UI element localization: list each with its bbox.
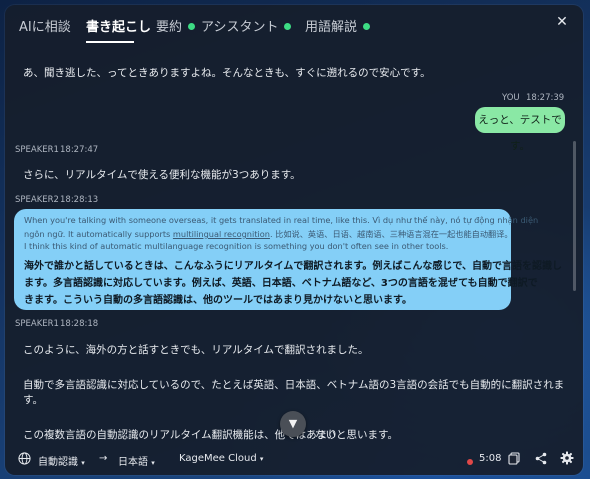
transcript-area: あ、聞き逃した、ってときありますよね。そんなときも、すぐに遡れるので安心です。 …: [5, 49, 583, 441]
timestamp: 18:27:39: [526, 93, 565, 103]
translation-line: ます。多言語認識に対応しています。例えば、英語、日本語、ベトナム語など、3つの言…: [24, 278, 538, 289]
tab-label: AIに相談: [19, 20, 71, 35]
transcript-line: す。: [23, 394, 43, 406]
speaker-label: SPEAKER1: [15, 319, 59, 329]
translation-bubble: When you're talking with someone oversea…: [14, 209, 562, 310]
scrollbar[interactable]: [573, 51, 576, 439]
timestamp: 18:28:18: [60, 319, 99, 329]
source-text-line: I think this kind of automatic multilang…: [24, 241, 449, 251]
bottom-toolbar: 自動認識 ▾ → 日本語 ▾ KageMee Cloud ▾ 5:08: [5, 447, 583, 475]
recording-timer: 5:08: [479, 453, 502, 464]
close-icon[interactable]: ✕: [553, 13, 571, 31]
dropdown-caret-icon: ▾: [259, 455, 264, 463]
engine-select[interactable]: KageMee Cloud ▾: [179, 453, 263, 464]
chevron-down-icon: ▼: [288, 417, 298, 430]
source-text-span: ngôn ngữ. It automatically supports: [24, 229, 173, 239]
arrow-icon: →: [99, 453, 108, 464]
tab-label: アシスタント: [201, 20, 279, 35]
source-language-value: 自動認識: [38, 457, 78, 468]
tab-assistant[interactable]: アシスタント: [201, 16, 292, 35]
scroll-to-bottom-button[interactable]: ▼: [280, 411, 306, 437]
target-language-value: 日本語: [118, 457, 148, 468]
engine-value: KageMee Cloud: [179, 453, 257, 464]
tab-summary[interactable]: 要約: [156, 16, 196, 35]
timestamp: 18:27:47: [60, 145, 99, 155]
source-text-line: ngôn ngữ. It automatically supports mult…: [24, 228, 513, 240]
tab-label: 用語解説: [305, 20, 358, 35]
tab-glossary[interactable]: 用語解説: [305, 16, 371, 35]
tab-ai-consult[interactable]: AIに相談: [19, 16, 71, 35]
transcript-line: さらに、リアルタイムで使える便利な機能が3つあります。: [23, 169, 301, 181]
speaker-label: SPEAKER2: [15, 195, 59, 205]
active-tab-indicator: [86, 41, 134, 43]
dropdown-caret-icon: ▾: [81, 459, 85, 467]
speaker-label: YOU: [502, 93, 520, 103]
you-message-bubble: えっと、テストです。: [475, 107, 565, 152]
transcript-line: このように、海外の方と話すときでも、リアルタイムで翻訳されました。: [23, 344, 369, 356]
gear-icon[interactable]: [560, 451, 574, 468]
globe-icon[interactable]: [18, 452, 31, 468]
share-icon[interactable]: [535, 452, 547, 468]
glossary-term-link[interactable]: multilingual recognition: [173, 229, 270, 239]
status-dot: [284, 23, 292, 30]
scrollbar-thumb[interactable]: [573, 141, 576, 291]
tab-label: 書き起こし: [86, 20, 152, 35]
timestamp: 18:28:13: [60, 195, 99, 205]
source-text-line: When you're talking with someone oversea…: [24, 215, 539, 225]
translation-line: きます。こういう自動の多言語認識は、他のツールではあまり見かけないと思います。: [24, 295, 412, 306]
transcript-line: 自動で多言語認識に対応しているので、たとえば英語、日本語、ベトナム語の3言語の会…: [23, 379, 565, 391]
message-text: えっと、テストです。: [478, 114, 562, 152]
source-text-span: . 比如说、英语、日语、越南语、三种语言混在一起也能自动翻译。: [269, 229, 513, 239]
translation-line: 海外で誰かと話しているときは、こんなふうにリアルタイムで翻訳されます。例えばこん…: [24, 261, 562, 272]
dropdown-caret-icon: ▾: [151, 459, 155, 467]
copy-icon[interactable]: [508, 452, 520, 468]
transcript-line: あ、聞き逃した、ってときありますよね。そんなときも、すぐに遡れるので安心です。: [23, 67, 431, 79]
status-dot: [188, 23, 196, 30]
transcription-panel: AIに相談 書き起こし 要約 アシスタント 用語解説 ✕ あ、聞き逃した、ってと…: [5, 5, 583, 475]
recording-indicator: [467, 459, 473, 465]
tab-bar: AIに相談 書き起こし 要約 アシスタント 用語解説 ✕: [5, 5, 583, 45]
target-language-select[interactable]: 日本語 ▾: [118, 453, 155, 468]
tab-transcription[interactable]: 書き起こし: [86, 16, 151, 35]
tab-label: 要約: [156, 20, 183, 35]
source-language-select[interactable]: 自動認識 ▾: [38, 453, 85, 468]
transcript-line: ないと思います。: [315, 429, 398, 441]
status-dot: [363, 23, 371, 30]
speaker-label: SPEAKER1: [15, 145, 59, 155]
